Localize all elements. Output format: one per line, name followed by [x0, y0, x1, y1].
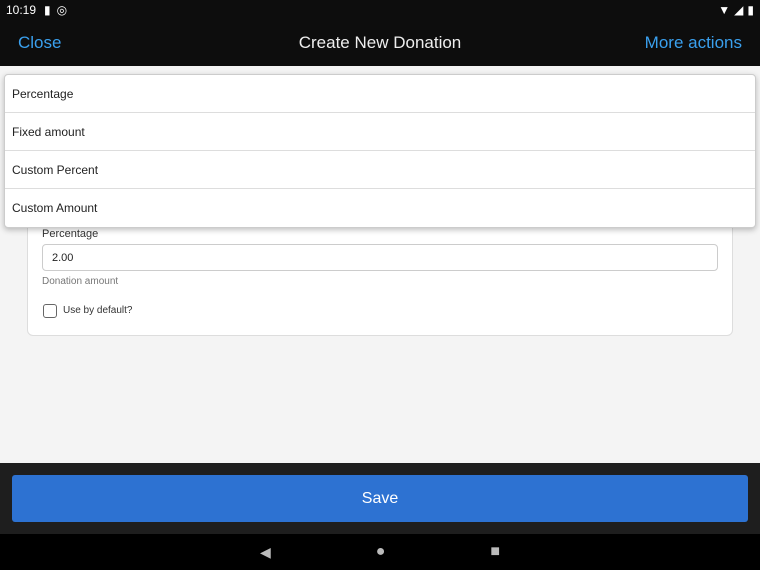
- close-button[interactable]: Close: [18, 33, 61, 53]
- status-time: 10:19: [6, 3, 37, 17]
- status-bar: 10:19 ▮ ◎ ▼ ◢ ▮: [0, 0, 760, 20]
- option-fixed-amount[interactable]: Fixed amount: [5, 113, 755, 151]
- sim-card-icon: ▮: [44, 3, 51, 17]
- top-app-bar: Close Create New Donation More actions: [0, 20, 760, 66]
- option-percentage[interactable]: Percentage: [5, 75, 755, 113]
- back-icon[interactable]: ◀: [260, 544, 271, 561]
- option-custom-amount[interactable]: Custom Amount: [5, 189, 755, 227]
- use-by-default-label[interactable]: Use by default?: [63, 305, 133, 316]
- battery-icon: ▮: [747, 3, 754, 17]
- help-text: Donation amount: [42, 276, 119, 287]
- more-actions-button[interactable]: More actions: [645, 33, 742, 53]
- donation-type-dropdown: Percentage Fixed amount Custom Percent C…: [4, 74, 756, 228]
- recents-icon[interactable]: ■: [490, 543, 500, 561]
- use-by-default-checkbox[interactable]: [43, 304, 57, 318]
- home-icon[interactable]: ●: [376, 543, 386, 561]
- percentage-input[interactable]: 2.00: [42, 244, 718, 271]
- option-custom-percent[interactable]: Custom Percent: [5, 151, 755, 189]
- wifi-icon: ▼: [718, 3, 731, 17]
- signal-icon: ◢: [734, 3, 744, 17]
- data-saver-icon: ◎: [56, 3, 68, 17]
- save-button[interactable]: Save: [12, 475, 748, 522]
- navigation-bar: ◀ ● ■: [0, 534, 760, 570]
- percentage-label: Percentage: [42, 228, 99, 240]
